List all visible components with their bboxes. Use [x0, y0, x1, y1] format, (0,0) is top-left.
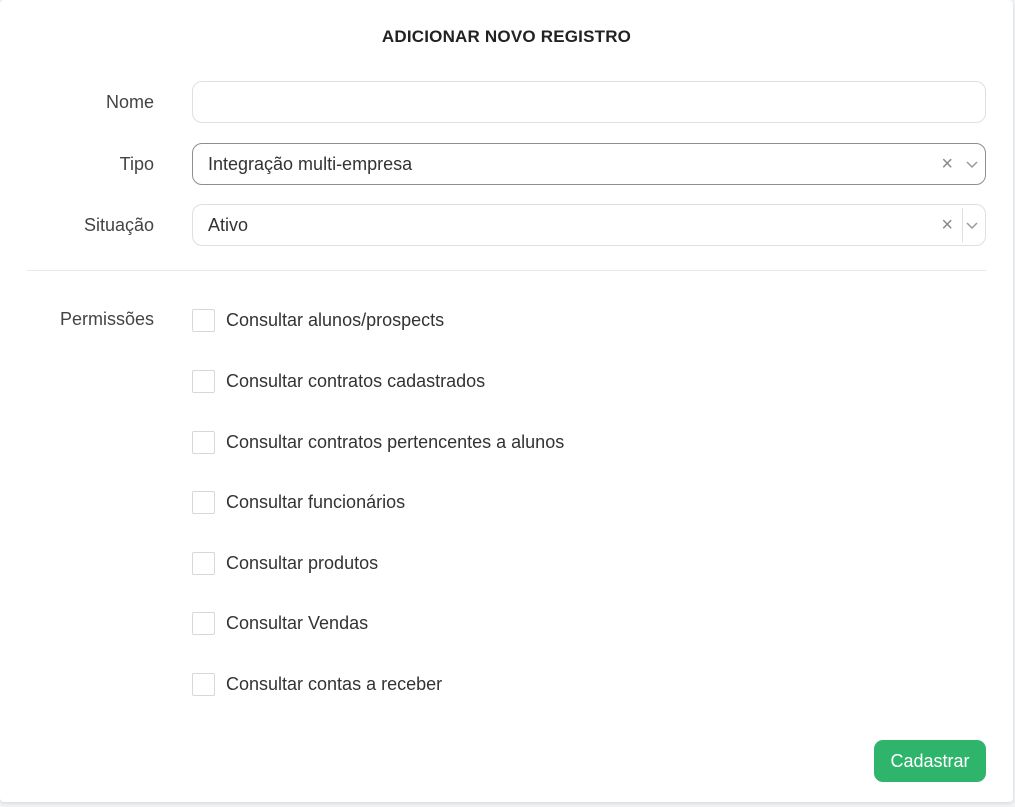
- permission-item[interactable]: Consultar contratos cadastrados: [192, 369, 485, 393]
- tipo-clear-icon[interactable]: ×: [941, 144, 953, 184]
- permissoes-label: Permissões: [59, 309, 154, 329]
- permission-label: Consultar contas a receber: [226, 673, 443, 694]
- form-card: ADICIONAR NOVO REGISTRO Nome Tipo Integr…: [0, 0, 1013, 802]
- chevron-down-icon[interactable]: [965, 157, 979, 171]
- permission-label: Consultar contratos pertencentes a aluno…: [226, 431, 565, 452]
- permission-checkbox[interactable]: [192, 430, 215, 454]
- permission-label: Consultar contratos cadastrados: [226, 370, 486, 391]
- permission-label: Consultar Vendas: [226, 612, 369, 633]
- tipo-label: Tipo: [119, 154, 154, 174]
- situacao-label: Situação: [83, 215, 154, 235]
- permission-label: Consultar funcionários: [226, 491, 406, 512]
- situacao-selected-value: Ativo: [208, 215, 249, 235]
- permission-label: Consultar alunos/prospects: [226, 309, 445, 330]
- permission-item[interactable]: Consultar contas a receber: [192, 672, 442, 696]
- permission-checkbox[interactable]: [192, 490, 215, 514]
- nome-label: Nome: [105, 92, 154, 112]
- permission-checkbox[interactable]: [192, 308, 215, 332]
- form-title: ADICIONAR NOVO REGISTRO: [381, 27, 632, 46]
- permission-checkbox[interactable]: [192, 369, 215, 393]
- situacao-select[interactable]: Ativo ×: [192, 204, 986, 246]
- section-divider: [27, 270, 986, 271]
- permission-checkbox[interactable]: [192, 611, 215, 635]
- permission-checkbox[interactable]: [192, 672, 215, 696]
- permission-item[interactable]: Consultar Vendas: [192, 611, 368, 635]
- cadastrar-button[interactable]: Cadastrar: [874, 740, 986, 782]
- tipo-select[interactable]: Integração multi-empresa ×: [192, 143, 986, 185]
- permission-item[interactable]: Consultar funcionários: [192, 490, 405, 514]
- tipo-selected-value: Integração multi-empresa: [208, 154, 413, 174]
- nome-field-wrapper: [192, 81, 986, 123]
- situacao-clear-icon[interactable]: ×: [941, 205, 953, 245]
- permission-item[interactable]: Consultar produtos: [192, 551, 378, 575]
- select-separator: [962, 208, 963, 242]
- permission-checkbox[interactable]: [192, 551, 215, 575]
- chevron-down-icon[interactable]: [965, 218, 979, 232]
- permission-item[interactable]: Consultar alunos/prospects: [192, 308, 444, 332]
- permission-item[interactable]: Consultar contratos pertencentes a aluno…: [192, 430, 564, 454]
- nome-input[interactable]: [193, 82, 985, 122]
- permission-label: Consultar produtos: [226, 552, 379, 573]
